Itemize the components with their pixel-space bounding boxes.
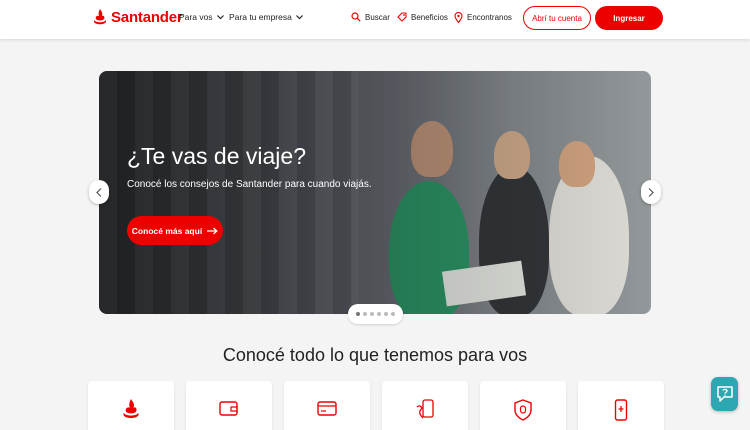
benefits-link[interactable]: Beneficios xyxy=(397,12,448,22)
carousel-pagination xyxy=(348,304,403,324)
chat-help-icon xyxy=(716,386,733,402)
santander-logo[interactable]: Santander xyxy=(93,7,183,27)
credit-card-icon xyxy=(317,401,337,416)
login-button[interactable]: Ingresar xyxy=(595,6,663,30)
shield-icon xyxy=(514,399,532,421)
santander-flame-icon xyxy=(94,9,106,25)
hero-cta-label: Conocé más aquí xyxy=(131,225,203,236)
header: Santander Para vos Para tu empresa Busca… xyxy=(0,0,750,39)
product-card[interactable] xyxy=(88,381,174,430)
hero-title: ¿Te vas de viaje? xyxy=(127,143,306,169)
carousel-dot[interactable] xyxy=(363,312,367,316)
carousel-dot[interactable] xyxy=(377,312,381,316)
nav-label: Para vos xyxy=(179,12,213,22)
carousel-dot[interactable] xyxy=(356,312,360,316)
product-card[interactable] xyxy=(480,381,566,430)
find-us-link[interactable]: Encontranos xyxy=(454,12,512,23)
product-card[interactable] xyxy=(284,381,370,430)
chevron-left-icon xyxy=(96,187,102,197)
nav-para-tu-empresa[interactable]: Para tu empresa xyxy=(229,12,303,22)
chat-help-button[interactable] xyxy=(711,377,738,411)
section-title: Conocé todo lo que tenemos para vos xyxy=(222,345,528,365)
hero-subtitle: Conocé los consejos de Santander para cu… xyxy=(127,179,372,190)
chevron-down-icon xyxy=(216,14,224,19)
arrow-right-icon xyxy=(207,227,218,234)
search-icon xyxy=(351,12,361,22)
hero-banner: ¿Te vas de viaje? Conocé los consejos de… xyxy=(99,71,651,314)
brand-name: Santander xyxy=(111,8,183,26)
carousel-dot[interactable] xyxy=(370,312,374,316)
santander-flame-icon xyxy=(123,399,139,419)
carousel-dot[interactable] xyxy=(391,312,395,316)
phone-payment-icon xyxy=(416,399,434,419)
tag-icon xyxy=(397,12,407,22)
chevron-right-icon xyxy=(648,187,654,197)
product-card[interactable] xyxy=(578,381,664,430)
carousel-prev-button[interactable] xyxy=(89,180,109,204)
carousel-dot[interactable] xyxy=(384,312,388,316)
nav-para-vos[interactable]: Para vos xyxy=(179,12,224,22)
open-account-button[interactable]: Abrí tu cuenta xyxy=(523,6,591,30)
benefits-label: Beneficios xyxy=(411,12,448,22)
hero-cta-button[interactable]: Conocé más aquí xyxy=(127,216,223,245)
hero-overlay xyxy=(99,71,651,314)
carousel-next-button[interactable] xyxy=(641,180,661,204)
location-pin-icon xyxy=(454,12,463,23)
product-card[interactable] xyxy=(382,381,468,430)
search-link[interactable]: Buscar xyxy=(351,12,390,22)
mobile-icon xyxy=(614,399,628,421)
wallet-icon xyxy=(219,401,238,416)
search-label: Buscar xyxy=(365,12,390,22)
find-us-label: Encontranos xyxy=(467,13,512,22)
product-card[interactable] xyxy=(186,381,272,430)
nav-label: Para tu empresa xyxy=(229,12,292,22)
chevron-down-icon xyxy=(295,14,303,19)
